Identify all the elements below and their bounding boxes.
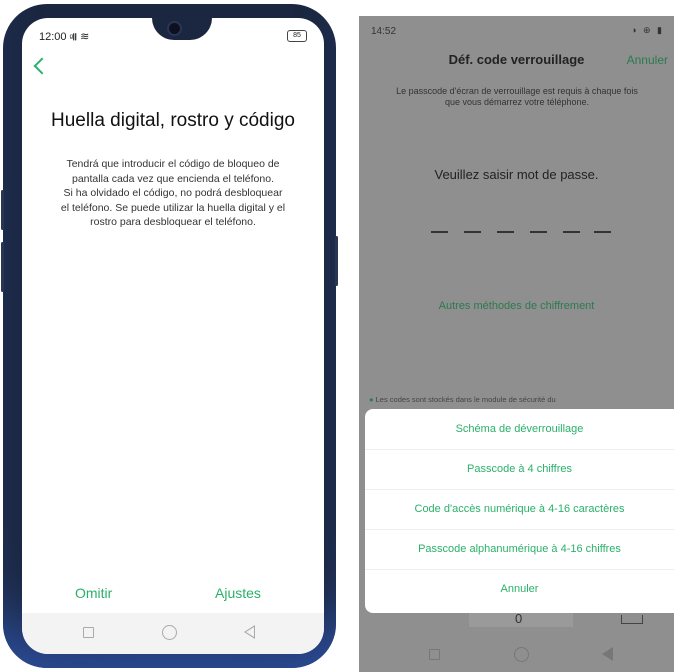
home-icon[interactable] xyxy=(162,625,177,640)
description-line: rostro para desbloquear el teléfono. xyxy=(90,216,256,228)
status-time: 12:00 xyxy=(39,31,67,43)
key-zero[interactable]: 0 xyxy=(515,611,522,626)
keypad-partial: 0 xyxy=(359,611,674,627)
description: Tendrá que introducir el código de bloqu… xyxy=(40,157,306,230)
power-button xyxy=(335,236,338,286)
volume-up-button xyxy=(1,190,4,230)
navigation-bar xyxy=(22,613,324,654)
password-prompt: Veuillez saisir mot de passe. xyxy=(434,167,599,182)
pin-input[interactable] xyxy=(431,231,611,233)
cancel-top-button[interactable]: Annuler xyxy=(627,53,668,67)
delete-key-icon[interactable] xyxy=(621,615,643,624)
encryption-method-sheet: Schéma de déverrouillage Passcode à 4 ch… xyxy=(365,409,674,613)
settings-button[interactable]: Ajustes xyxy=(215,585,261,601)
page-title: Huella digital, rostro y código xyxy=(51,110,295,131)
home-icon[interactable] xyxy=(514,647,529,662)
option-alphanumeric-4-16[interactable]: Passcode alphanumérique à 4-16 chiffres xyxy=(365,529,674,570)
battery-icon: 85 xyxy=(287,30,307,42)
pin-slot xyxy=(594,231,611,233)
lock-code-screen: 14:52 ◑ ⊕ ▮ Déf. code verrouillage Annul… xyxy=(359,16,674,672)
hint-line: Le passcode d'écran de verrouillage est … xyxy=(396,86,638,96)
pin-slot xyxy=(530,231,547,233)
security-note-text: Les codes sont stockés dans le module de… xyxy=(375,395,556,404)
back-arrow-icon[interactable] xyxy=(33,57,51,75)
back-icon[interactable] xyxy=(602,647,613,661)
option-pattern[interactable]: Schéma de déverrouillage xyxy=(365,409,674,450)
hint-text: Le passcode d'écran de verrouillage est … xyxy=(369,86,665,108)
phone-screen: 12:00 ᵍ𝄃𝄃 ≋ 85 Huella digital, rostro y … xyxy=(22,18,324,654)
pin-slot xyxy=(497,231,514,233)
other-methods-link[interactable]: Autres méthodes de chiffrement xyxy=(359,300,674,312)
skip-button[interactable]: Omitir xyxy=(75,585,112,601)
wifi-icon: ≋ xyxy=(80,31,90,43)
description-line: el teléfono. Se puede utilizar la huella… xyxy=(60,201,286,214)
notch xyxy=(152,18,212,40)
pin-slot xyxy=(464,231,481,233)
volume-down-button xyxy=(1,242,4,292)
battery-level: 85 xyxy=(293,32,301,39)
option-4-digit[interactable]: Passcode à 4 chiffres xyxy=(365,449,674,490)
security-note: ● Les codes sont stockés dans le module … xyxy=(369,395,659,404)
option-numeric-4-16[interactable]: Code d'accès numérique à 4-16 caractères xyxy=(365,489,674,530)
status-time-right: 14:52 xyxy=(371,26,397,37)
phone-frame: 12:00 ᵍ𝄃𝄃 ≋ 85 Huella digital, rostro y … xyxy=(1,4,338,668)
description-line: pantalla cada vez que encienda el teléfo… xyxy=(72,172,274,185)
hint-line: que vous démarrez votre téléphone. xyxy=(444,97,590,107)
status-bar-left: 12:00 ᵍ𝄃𝄃 ≋ xyxy=(39,30,89,43)
signal-icon: ᵍ𝄃𝄃 xyxy=(69,32,78,42)
front-camera xyxy=(169,23,180,34)
back-icon[interactable] xyxy=(244,625,255,639)
recent-apps-icon[interactable] xyxy=(83,627,94,638)
shield-icon: ● xyxy=(369,395,374,404)
sheet-cancel-button[interactable]: Annuler xyxy=(365,569,674,613)
recent-apps-icon[interactable] xyxy=(429,649,440,660)
description-line: Si ha olvidado el código, no podrá desbl… xyxy=(63,187,283,199)
pin-slot xyxy=(431,231,448,233)
pin-slot xyxy=(563,231,580,233)
status-icons: ◑ ⊕ ▮ xyxy=(631,25,664,35)
description-line: Tendrá que introducir el código de bloqu… xyxy=(66,158,280,170)
navigation-bar-right xyxy=(359,640,674,670)
